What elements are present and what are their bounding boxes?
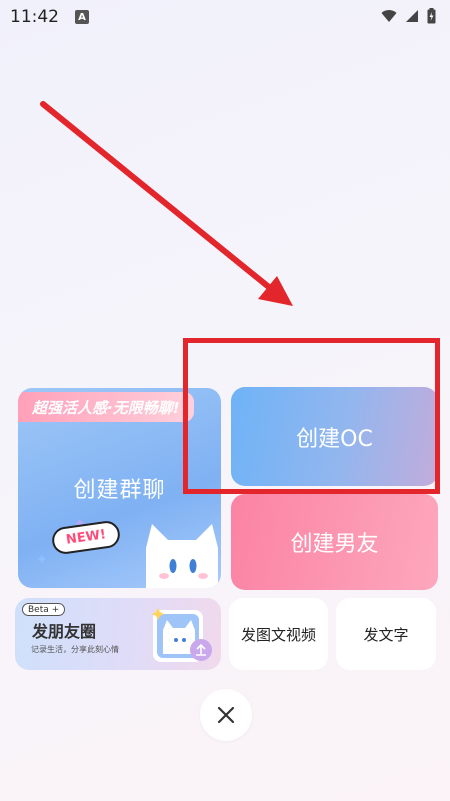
close-icon: [217, 706, 235, 724]
create-boyfriend-button[interactable]: 创建男友: [231, 494, 438, 590]
create-oc-label: 创建OC: [296, 426, 373, 452]
post-text-label: 发文字: [363, 625, 409, 644]
post-image-video-button[interactable]: 发图文视频: [229, 598, 328, 670]
beta-tag: Beta +: [22, 603, 66, 616]
moments-title: 发朋友圈: [32, 622, 97, 641]
sparkle-icon: ✦: [110, 564, 122, 580]
status-bar: 11:42 A: [0, 0, 450, 34]
create-oc-button[interactable]: 创建OC: [231, 387, 438, 486]
create-group-chat-card[interactable]: 超强活人感·无限畅聊! 创建群聊 ✦ ✦ ✦ NEW!: [18, 388, 221, 588]
sparkle-icon: ✦: [36, 552, 48, 568]
notification-icon: A: [75, 10, 89, 24]
status-icons: [381, 8, 436, 24]
battery-icon: [427, 8, 436, 24]
close-button[interactable]: [200, 689, 252, 741]
photo-share-icon: [152, 608, 212, 662]
group-chat-title: 创建群聊: [73, 478, 166, 503]
cat-mascot-icon: [146, 524, 218, 588]
signal-icon: [406, 10, 418, 22]
status-time: 11:42: [10, 7, 59, 27]
post-text-button[interactable]: 发文字: [336, 598, 436, 670]
wifi-icon: [381, 10, 397, 22]
moments-subtitle: 记录生活，分享此刻心情: [31, 645, 119, 654]
post-moments-card[interactable]: Beta + 发朋友圈 记录生活，分享此刻心情: [15, 598, 221, 670]
group-chat-ribbon: 超强活人感·无限畅聊!: [18, 392, 194, 422]
new-badge: NEW!: [50, 519, 122, 556]
post-image-video-label: 发图文视频: [240, 625, 316, 644]
create-boyfriend-label: 创建男友: [290, 532, 379, 557]
